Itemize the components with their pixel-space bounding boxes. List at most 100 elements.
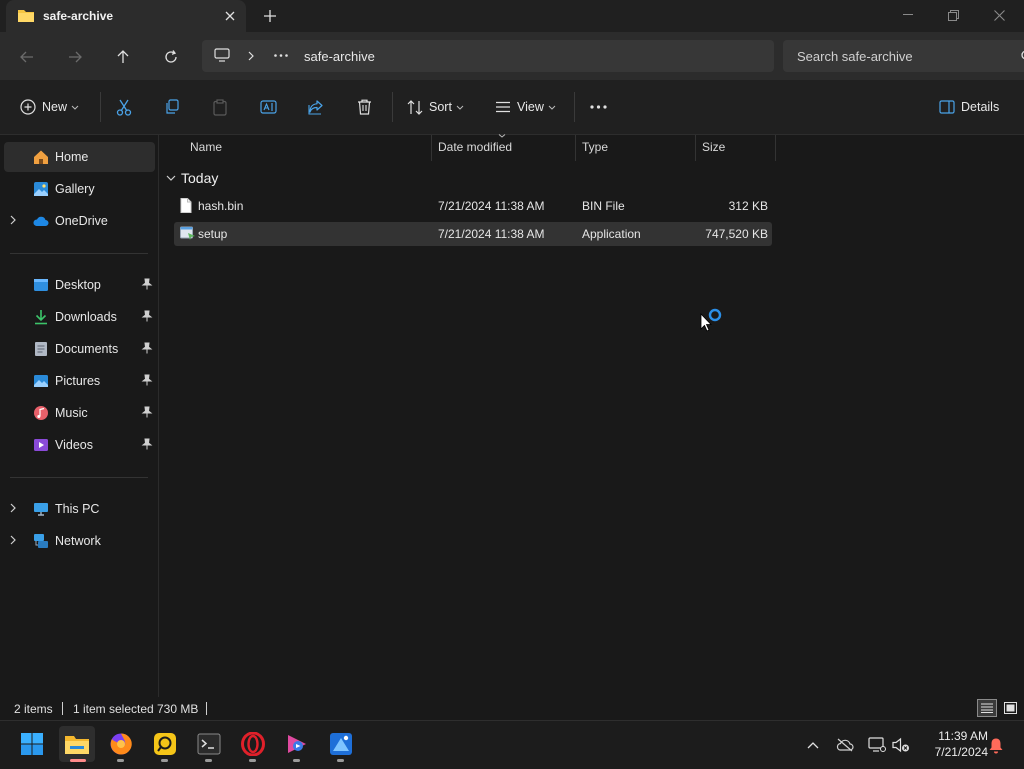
details-label: Details [961,100,1000,114]
up-icon[interactable] [108,44,138,70]
address-bar[interactable]: safe-archive [202,40,774,72]
column-divider[interactable] [695,135,696,161]
firefox-icon [110,733,132,755]
search-input[interactable]: Search safe-archive [797,49,913,64]
search-box[interactable]: Search safe-archive [783,40,1024,72]
volume-muted-icon[interactable] [891,735,911,755]
address-location[interactable]: safe-archive [304,49,375,64]
group-header-today[interactable]: Today [166,170,218,186]
pin-icon [141,310,153,322]
details-button[interactable]: Details [939,96,999,118]
sidebar-item-label: Desktop [55,278,101,292]
more-options-button[interactable] [590,96,607,118]
share-button[interactable] [308,96,324,118]
sidebar-item-pictures[interactable]: Pictures [4,366,155,396]
chevron-down-icon [166,175,176,181]
close-window-icon[interactable] [976,0,1022,30]
large-icons-view-icon[interactable] [1000,699,1020,717]
back-icon[interactable] [12,44,42,70]
sidebar-item-network[interactable]: Network [4,526,155,556]
file-icon [180,198,192,213]
taskbar-blue-app[interactable] [323,726,359,762]
tray-overflow-chevron-icon[interactable] [803,735,823,755]
item-count: 2 items [14,702,53,716]
column-header-size[interactable]: Size [702,140,725,154]
restore-icon[interactable] [930,0,976,30]
running-app-indicator [205,759,212,762]
column-header-date-modified[interactable]: Date modified [438,140,512,154]
divider [10,477,148,478]
refresh-icon[interactable] [156,44,186,70]
notification-bell-icon[interactable] [986,735,1006,755]
sidebar-item-label: Documents [55,342,119,356]
windows-logo-icon [21,733,43,755]
sidebar-item-music[interactable]: Music [4,398,155,428]
sidebar-item-home[interactable]: Home [4,142,155,172]
column-divider[interactable] [575,135,576,161]
taskbar-file-explorer[interactable] [59,726,95,762]
start-button[interactable] [14,726,50,762]
taskbar-terminal[interactable] [191,726,227,762]
sort-icon [407,99,423,115]
divider [100,92,101,122]
media-app-icon [288,735,306,753]
chevron-down-icon [456,105,464,110]
sidebar-item-label: Pictures [55,374,101,388]
pictures-icon [34,375,48,387]
group-label: Today [181,170,219,186]
sidebar-item-this-pc[interactable]: This PC [4,494,155,524]
sidebar-item-label: Gallery [55,182,95,196]
taskbar-opera[interactable] [235,726,271,762]
view-list-icon [496,101,510,113]
sidebar-item-documents[interactable]: Documents [4,334,155,364]
cloud-offline-icon[interactable] [835,735,855,755]
close-tab-icon[interactable] [220,7,240,25]
network-status-icon[interactable] [867,735,887,755]
sidebar-item-label: Videos [55,438,93,452]
explorer-tab[interactable]: safe-archive [6,0,246,32]
sort-button[interactable]: Sort [407,96,464,118]
column-header-name[interactable]: Name [190,140,222,154]
paste-button[interactable] [212,96,228,118]
sidebar-item-label: OneDrive [55,214,108,228]
details-view-icon[interactable] [977,699,997,717]
sidebar-item-videos[interactable]: Videos [4,430,155,460]
sidebar-item-label: Home [55,150,89,164]
new-button[interactable]: New [20,96,79,118]
sidebar-item-gallery[interactable]: Gallery [4,174,155,204]
copy-button[interactable] [164,96,180,118]
pin-icon [141,342,153,354]
running-app-indicator [337,759,344,762]
paste-icon [213,98,227,116]
taskbar-firefox[interactable] [103,726,139,762]
home-icon [34,150,48,164]
delete-button[interactable] [357,96,372,118]
cut-button[interactable] [116,96,132,118]
chevron-right-icon[interactable] [248,51,254,61]
taskbar-app-yellow[interactable] [147,726,183,762]
file-row-selected[interactable]: setup 7/21/2024 11:38 AM Application 747… [174,222,772,246]
share-icon [308,100,323,115]
taskbar-media-app[interactable] [279,726,315,762]
more-path-icon[interactable] [274,54,288,57]
column-divider[interactable] [775,135,776,161]
sidebar-item-onedrive[interactable]: OneDrive [4,206,155,236]
pin-icon [141,278,153,290]
trash-icon [358,99,371,115]
cloud-icon [33,216,49,226]
system-clock[interactable]: 11:39 AM 7/21/2024 [918,728,988,760]
blue-app-icon [330,733,352,755]
chevron-right-icon [10,535,16,545]
minimize-icon[interactable] [885,0,931,30]
column-divider[interactable] [431,135,432,161]
new-tab-icon[interactable] [259,6,281,26]
view-button[interactable]: View [495,96,556,118]
file-row[interactable]: hash.bin 7/21/2024 11:38 AM BIN File 312… [174,194,772,218]
column-header-type[interactable]: Type [582,140,608,154]
forward-icon[interactable] [60,44,90,70]
rename-button[interactable] [260,96,277,118]
pin-icon [141,438,153,450]
sidebar-item-downloads[interactable]: Downloads [4,302,155,332]
sidebar-item-desktop[interactable]: Desktop [4,270,155,300]
sort-indicator-icon [498,134,506,138]
